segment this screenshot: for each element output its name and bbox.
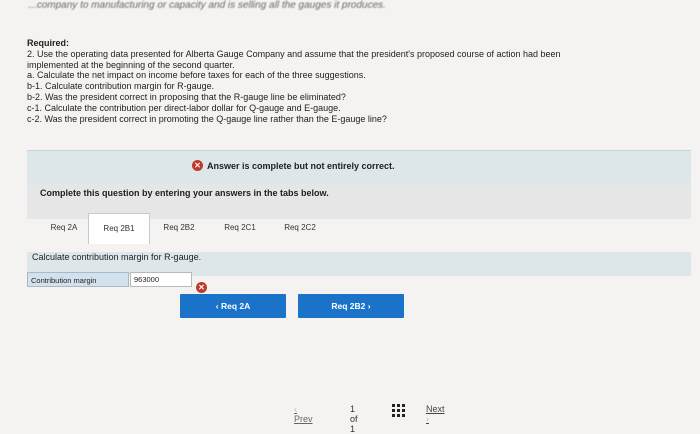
prev-tab-label: Req 2A: [220, 301, 251, 311]
page-indicator: 1 of 1: [350, 404, 358, 434]
cut-off-text-line: ...company to manufacturing or capacity …: [27, 0, 387, 11]
tab-req-2c1[interactable]: Req 2C1: [211, 213, 269, 243]
grid-icon[interactable]: [392, 404, 405, 417]
required-line: c-1. Calculate the contribution per dire…: [27, 102, 341, 113]
tab-req-2b1[interactable]: Req 2B1: [88, 213, 150, 244]
prev-page-link[interactable]: ‹ Prev: [294, 404, 313, 424]
required-title: Required:: [27, 38, 70, 48]
next-page-link[interactable]: Next ›: [426, 404, 445, 424]
contribution-margin-input[interactable]: 963000: [130, 272, 192, 287]
incorrect-x-icon: ✕: [196, 277, 207, 295]
tab-req-2b2[interactable]: Req 2B2: [149, 213, 209, 243]
required-line: b-1. Calculate contribution margin for R…: [27, 81, 215, 92]
required-line: a. Calculate the net impact on income be…: [27, 70, 366, 81]
answer-status-text: Answer is complete but not entirely corr…: [207, 160, 395, 171]
instruction-text: Complete this question by entering your …: [40, 188, 329, 198]
calc-prompt: Calculate contribution margin for R-gaug…: [32, 252, 202, 262]
error-x-icon: ✕: [192, 160, 203, 171]
next-tab-label: Req 2B2: [331, 301, 366, 311]
required-line: implemented at the beginning of the seco…: [27, 59, 235, 70]
chevron-right-icon: ›: [367, 301, 371, 311]
contribution-margin-label: Contribution margin: [27, 272, 129, 287]
required-line: c-2. Was the president correct in promot…: [27, 113, 387, 124]
tab-req-2c2[interactable]: Req 2C2: [271, 213, 329, 243]
tab-bar: Req 2A Req 2B1 Req 2B2 Req 2C1 Req 2C2: [27, 213, 347, 244]
prev-tab-button[interactable]: ‹ Req 2A: [180, 294, 286, 318]
chevron-left-icon: ‹: [294, 404, 297, 414]
chevron-left-icon: ‹: [215, 301, 219, 311]
tab-req-2a[interactable]: Req 2A: [41, 213, 87, 243]
answer-status: ✕ Answer is complete but not entirely co…: [192, 160, 395, 171]
required-section: Required: 2. Use the operating data pres…: [27, 38, 677, 124]
prev-label: Prev: [294, 414, 313, 424]
required-line: b-2. Was the president correct in propos…: [27, 91, 346, 102]
next-tab-button[interactable]: Req 2B2 ›: [298, 294, 404, 318]
required-line: 2. Use the operating data presented for …: [27, 48, 561, 59]
next-label: Next: [426, 404, 445, 414]
chevron-right-icon: ›: [426, 414, 429, 424]
